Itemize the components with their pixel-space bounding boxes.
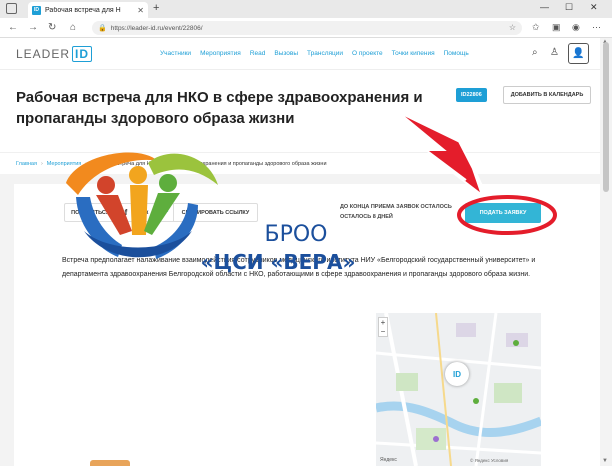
breadcrumb-home[interactable]: Главная (16, 161, 37, 167)
minimize-icon[interactable]: — (540, 2, 549, 12)
nav-item-read[interactable]: Read (250, 50, 266, 57)
logo-id-text: ID (72, 46, 93, 62)
zoom-in-icon[interactable]: + (379, 318, 387, 327)
user-profile-button[interactable]: 👤 (568, 43, 589, 64)
scroll-down-icon[interactable]: ▼ (602, 458, 608, 464)
event-id-badge: ID22806 (456, 88, 487, 102)
event-map[interactable] (376, 313, 541, 466)
notifications-icon[interactable]: ♙ (550, 47, 559, 58)
home-icon[interactable]: ⌂ (70, 22, 76, 33)
new-tab-icon[interactable]: + (153, 2, 159, 14)
logo-body-green (144, 193, 180, 235)
nav-item-challenges[interactable]: Вызовы (274, 50, 298, 57)
nav-item-events[interactable]: Мероприятия (200, 50, 241, 57)
map-poi (473, 398, 479, 404)
map-zoom-control[interactable]: + − (378, 317, 388, 337)
forward-icon[interactable]: → (28, 22, 38, 33)
nav-item-help[interactable]: Помощь (444, 50, 469, 57)
map-park (416, 428, 446, 450)
tab-actions-icon[interactable] (6, 3, 17, 14)
browser-tab[interactable]: ID Рабочая встреча для Н ✕ (28, 2, 148, 18)
browser-tab-bar: ID Рабочая встреча для Н ✕ + — ☐ ✕ (0, 0, 612, 18)
main-nav: Участники Мероприятия Read Вызовы Трансл… (160, 50, 469, 57)
maximize-icon[interactable]: ☐ (565, 2, 573, 13)
address-bar[interactable]: 🔒 https://leader-id.ru/event/22806/ ☆ (92, 21, 522, 35)
org-name-line-1: БРОО (264, 222, 328, 247)
close-tab-icon[interactable]: ✕ (137, 6, 144, 15)
org-name-line-2: «ЦСИ «ВЕРА» (200, 250, 356, 274)
screen: ID Рабочая встреча для Н ✕ + — ☐ ✕ ← → ↻… (0, 0, 612, 466)
logo-figure-green (159, 174, 177, 192)
logo-text: LEADER (16, 47, 71, 61)
url-text: https://leader-id.ru/event/22806/ (110, 24, 203, 32)
page-title: Рабочая встреча для НКО в сфере здравоох… (16, 89, 423, 127)
favorites-icon[interactable]: ✩ (532, 22, 540, 33)
close-window-icon[interactable]: ✕ (590, 2, 598, 13)
map-park (396, 373, 418, 391)
search-icon[interactable]: ⌕ (532, 47, 538, 58)
breadcrumb-separator-icon: › (40, 160, 43, 167)
site-favicon-icon: ID (32, 5, 41, 15)
back-icon[interactable]: ← (8, 22, 18, 33)
add-to-calendar-button[interactable]: ДОБАВИТЬ В КАЛЕНДАРЬ (503, 86, 591, 104)
nav-item-about[interactable]: О проекте (352, 50, 383, 57)
partial-button (90, 460, 130, 466)
logo-figure-red (97, 176, 115, 194)
lock-icon: 🔒 (98, 25, 107, 32)
site-header: LEADER ID Участники Мероприятия Read Выз… (0, 38, 600, 70)
map-credit[interactable]: © Яндекс Условия (470, 458, 508, 463)
profile-icon[interactable]: ◉ (572, 22, 580, 33)
collections-icon[interactable]: ▣ (552, 22, 561, 33)
map-image (376, 313, 541, 466)
leader-id-logo[interactable]: LEADER ID (16, 46, 93, 62)
scroll-thumb[interactable] (603, 42, 609, 192)
logo-id-mark: ID (72, 46, 93, 62)
zoom-out-icon[interactable]: − (379, 327, 387, 336)
menu-icon[interactable]: ⋯ (592, 22, 601, 33)
map-poi (433, 436, 439, 442)
nav-item-points[interactable]: Точки кипения (392, 50, 435, 57)
nav-item-participants[interactable]: Участники (160, 50, 191, 57)
tab-title: Рабочая встреча для Н (45, 6, 121, 14)
favorite-star-icon[interactable]: ☆ (509, 23, 516, 32)
map-block (456, 323, 476, 337)
refresh-icon[interactable]: ↻ (48, 22, 56, 33)
map-park (494, 383, 522, 403)
apply-button[interactable]: ПОДАТЬ ЗАЯВКУ (465, 203, 541, 223)
map-brand: Яндекс (380, 457, 397, 463)
logo-figure-yellow (129, 166, 147, 184)
nav-item-broadcasts[interactable]: Трансляции (307, 50, 343, 57)
logo-arc-green (148, 153, 218, 185)
map-poi (513, 340, 519, 346)
map-location-pin[interactable]: ID (445, 362, 469, 386)
browser-toolbar: ← → ↻ ⌂ 🔒 https://leader-id.ru/event/228… (0, 18, 612, 38)
